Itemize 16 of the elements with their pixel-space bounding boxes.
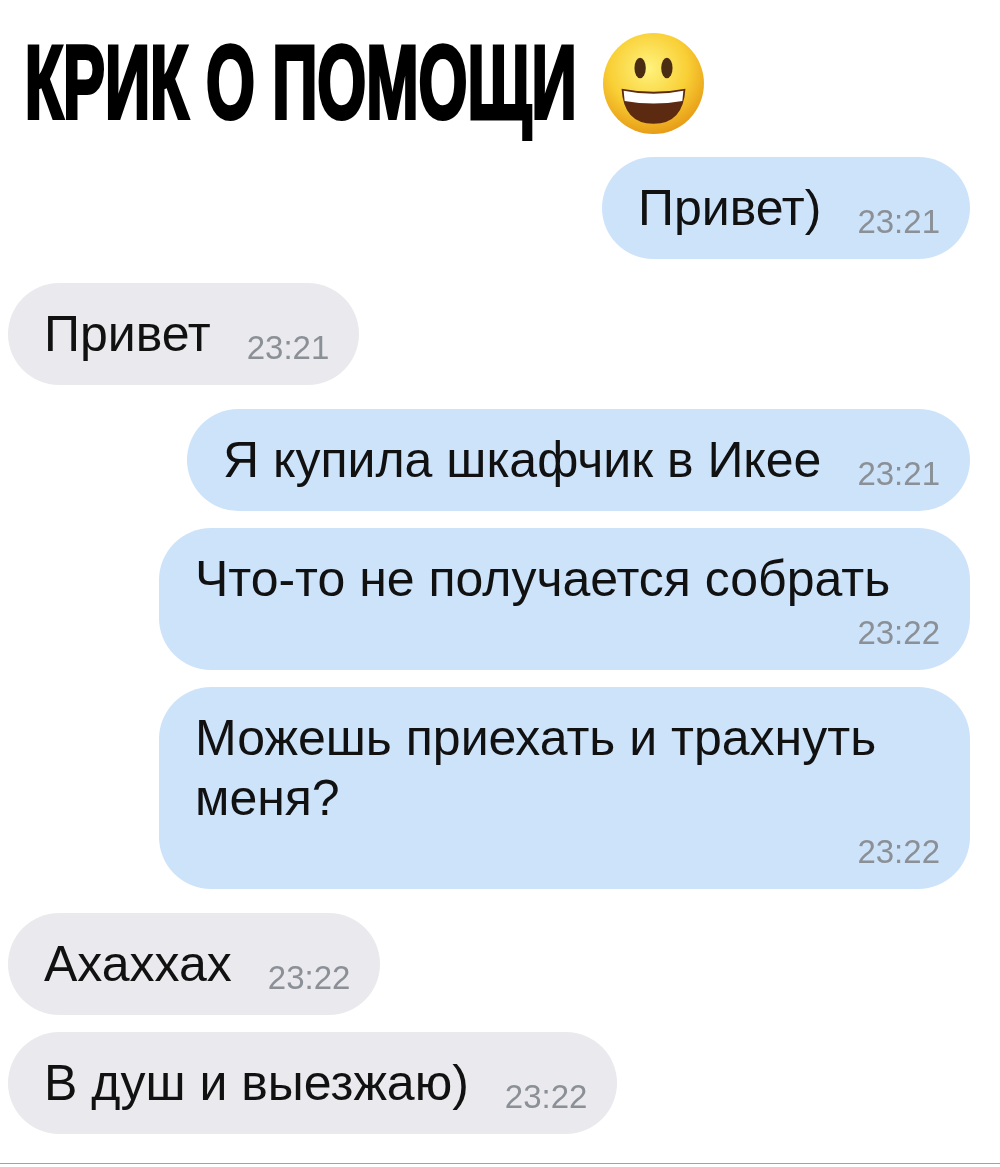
message-text: Ахаххах — [44, 935, 232, 994]
message-text: Я купила шкафчик в Икее — [222, 431, 822, 490]
message-time: 23:21 — [857, 457, 940, 490]
message-time: 23:22 — [504, 1080, 588, 1113]
message-text: Привет — [44, 305, 211, 364]
message-time: 23:22 — [857, 616, 940, 649]
message-text: Привет) — [638, 179, 822, 238]
message-time: 23:22 — [857, 835, 940, 868]
message-time: 23:22 — [267, 961, 351, 994]
message-time: 23:21 — [857, 205, 940, 238]
message-text: Что-то не получается собрать — [195, 550, 891, 609]
message-text: В душ и выезжаю) — [44, 1054, 469, 1113]
message-time: 23:21 — [246, 331, 330, 364]
message-text: Можешь приехать и трахнуть меня? — [195, 709, 878, 828]
meme-title: КРИК О ПОМОЩИ — [23, 24, 578, 142]
smiley-icon — [602, 31, 706, 135]
